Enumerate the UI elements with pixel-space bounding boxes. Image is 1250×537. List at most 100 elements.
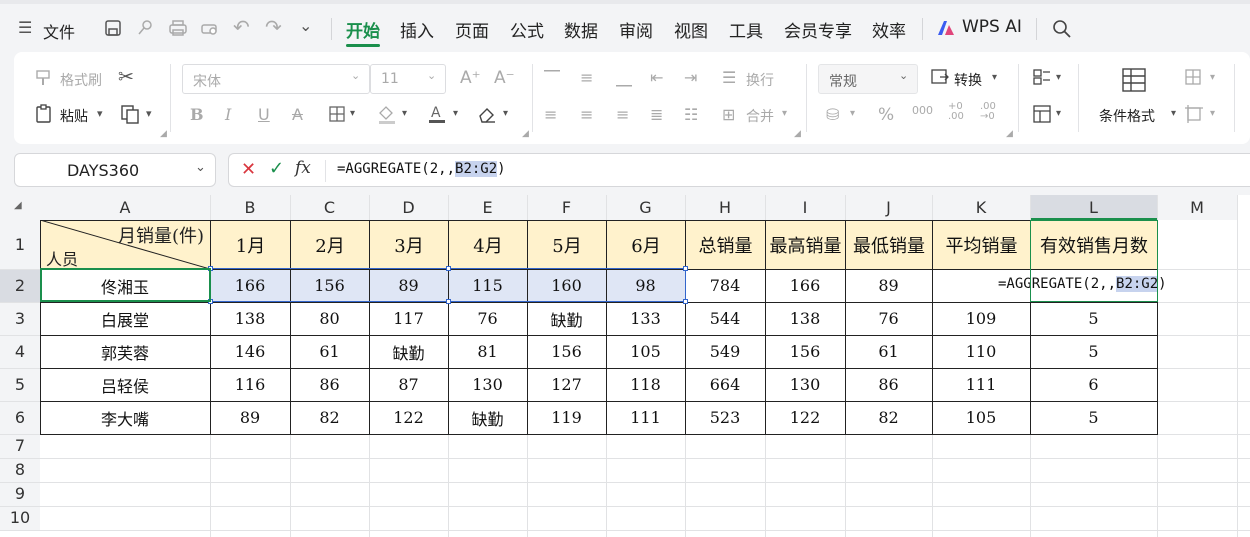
more-chevron-icon[interactable]: ⌄ xyxy=(299,18,312,34)
search-icon[interactable] xyxy=(1052,19,1072,43)
paste-button[interactable]: 粘贴 xyxy=(60,106,88,126)
column-header-a[interactable]: A xyxy=(40,195,210,220)
data-cell[interactable]: 116 xyxy=(210,368,290,401)
data-cell[interactable]: 664 xyxy=(685,368,765,401)
chevron-down-icon[interactable]: ▾ xyxy=(992,73,997,83)
decrease-font-icon[interactable]: A⁻ xyxy=(494,68,515,88)
font-name-select[interactable]: 宋体 ⌄ xyxy=(182,64,370,94)
tab-data[interactable]: 数据 xyxy=(564,17,598,42)
justify-icon[interactable]: ≣ xyxy=(650,105,663,124)
chevron-down-icon[interactable]: ▾ xyxy=(1056,109,1061,119)
data-cell[interactable]: 89 xyxy=(210,401,290,434)
hamburger-icon[interactable]: ☰ xyxy=(18,20,32,36)
cancel-formula-icon[interactable]: ✕ xyxy=(241,159,256,180)
data-cell[interactable]: 784 xyxy=(685,269,765,302)
data-cell[interactable]: 5 xyxy=(1030,335,1157,368)
data-cell[interactable]: 523 xyxy=(685,401,765,434)
data-cell[interactable]: 5 xyxy=(1030,401,1157,434)
decrease-decimal-icon[interactable]: .00 →0 xyxy=(980,102,996,122)
chevron-down-icon[interactable]: ▾ xyxy=(1210,73,1215,83)
column-header-e[interactable]: E xyxy=(448,195,527,220)
data-cell[interactable]: 122 xyxy=(369,401,448,434)
strikethrough-icon[interactable]: A xyxy=(292,105,303,124)
column-header-b[interactable]: B xyxy=(210,195,290,220)
data-cell[interactable]: 郭芙蓉 xyxy=(40,335,210,368)
data-cell[interactable]: 166 xyxy=(765,269,845,302)
row-header-2[interactable]: 2 xyxy=(0,269,40,302)
merge-button[interactable]: 合并 xyxy=(746,106,774,126)
chevron-down-icon[interactable]: ▾ xyxy=(850,109,855,119)
row-header-5[interactable]: 5 xyxy=(0,368,40,401)
redo-icon[interactable]: ↷ xyxy=(265,17,282,37)
tab-home[interactable]: 开始 xyxy=(346,17,380,42)
row-header-1[interactable]: 1 xyxy=(0,220,40,269)
tab-member[interactable]: 会员专享 xyxy=(784,17,852,42)
data-cell[interactable]: 缺勤 xyxy=(448,401,527,434)
data-cell[interactable]: 133 xyxy=(606,302,685,335)
data-cell[interactable]: 61 xyxy=(290,335,369,368)
align-left-icon[interactable]: ≡ xyxy=(544,105,557,124)
column-header-j[interactable]: J xyxy=(845,195,932,220)
copy-icon[interactable] xyxy=(120,104,140,128)
data-cell[interactable]: 87 xyxy=(369,368,448,401)
insert-function-icon[interactable]: fx xyxy=(295,158,311,178)
data-cell[interactable]: 李大嘴 xyxy=(40,401,210,434)
data-cell[interactable]: 6 xyxy=(1030,368,1157,401)
border-icon[interactable] xyxy=(328,105,346,127)
format-brush-icon[interactable] xyxy=(136,19,154,41)
data-cell[interactable]: 117 xyxy=(369,302,448,335)
row-header-7[interactable]: 7 xyxy=(0,434,40,458)
wps-ai-button[interactable]: WPS AI xyxy=(962,17,1022,37)
font-launcher-icon[interactable]: ◢ xyxy=(522,130,529,139)
align-bottom-icon[interactable]: ⎽ xyxy=(616,68,632,88)
data-cell[interactable]: 80 xyxy=(290,302,369,335)
table-style-icon[interactable] xyxy=(1032,104,1052,128)
data-cell[interactable]: 549 xyxy=(685,335,765,368)
data-cell[interactable]: 86 xyxy=(290,368,369,401)
bold-icon[interactable]: B xyxy=(190,105,204,124)
eraser-icon[interactable] xyxy=(477,105,497,127)
selection-handle[interactable] xyxy=(683,266,688,271)
data-cell[interactable]: 105 xyxy=(932,401,1030,434)
data-cell[interactable]: 146 xyxy=(210,335,290,368)
chevron-down-icon[interactable]: ▾ xyxy=(782,109,787,119)
conditional-format-button[interactable]: 条件格式 xyxy=(1099,106,1155,126)
row-header-9[interactable]: 9 xyxy=(0,482,40,506)
row-header-6[interactable]: 6 xyxy=(0,401,40,434)
tab-formula[interactable]: 公式 xyxy=(510,17,544,42)
data-cell[interactable]: 111 xyxy=(606,401,685,434)
increase-indent-icon[interactable]: ⇥ xyxy=(684,68,697,87)
number-format-select[interactable]: 常规 ⌄ xyxy=(818,64,918,94)
data-cell[interactable]: 109 xyxy=(932,302,1030,335)
print-icon[interactable] xyxy=(168,19,188,41)
italic-icon[interactable]: I xyxy=(225,105,231,124)
distribute-icon[interactable]: ☷ xyxy=(684,105,698,124)
column-header-d[interactable]: D xyxy=(369,195,448,220)
tab-insert[interactable]: 插入 xyxy=(400,17,434,42)
number-launcher-icon[interactable]: ◢ xyxy=(1006,130,1013,139)
data-cell[interactable]: 82 xyxy=(290,401,369,434)
tab-efficiency[interactable]: 效率 xyxy=(872,17,906,42)
data-cell[interactable]: 白展堂 xyxy=(40,302,210,335)
data-cell[interactable]: 156 xyxy=(527,335,606,368)
data-cell[interactable]: 130 xyxy=(765,368,845,401)
selection-handle[interactable] xyxy=(683,299,688,304)
align-top-icon[interactable]: ⎺ xyxy=(544,68,560,88)
align-right-icon[interactable]: ≡ xyxy=(616,105,629,124)
save-icon[interactable] xyxy=(104,19,122,41)
tab-view[interactable]: 视图 xyxy=(674,17,708,42)
currency-icon[interactable]: ⛁ xyxy=(826,105,839,124)
undo-icon[interactable]: ↶ xyxy=(233,17,250,37)
tab-page[interactable]: 页面 xyxy=(455,17,489,42)
data-cell[interactable]: 吕轻侯 xyxy=(40,368,210,401)
thousands-icon[interactable]: 000 xyxy=(912,104,933,117)
data-cell[interactable]: 缺勤 xyxy=(527,302,606,335)
convert-button[interactable]: 转换 xyxy=(954,70,982,90)
row-header-8[interactable]: 8 xyxy=(0,458,40,482)
data-cell[interactable]: 130 xyxy=(448,368,527,401)
fill-color-icon[interactable] xyxy=(376,103,398,129)
decrease-indent-icon[interactable]: ⇤ xyxy=(650,68,663,87)
data-cell[interactable]: 119 xyxy=(527,401,606,434)
data-cell[interactable]: 111 xyxy=(932,368,1030,401)
font-size-select[interactable]: 11 ⌄ xyxy=(370,64,446,94)
